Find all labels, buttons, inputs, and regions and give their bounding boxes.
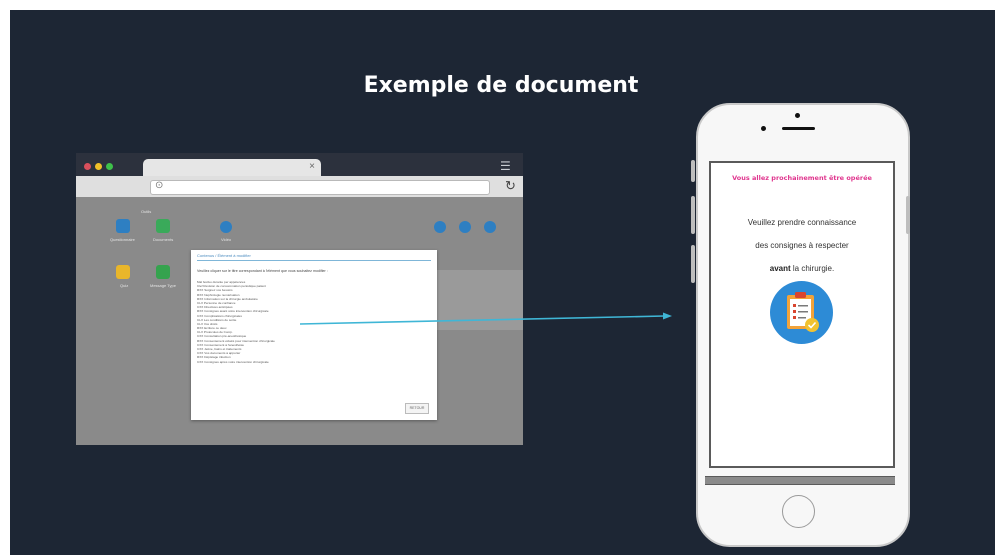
maximize-dot-icon[interactable]: [106, 163, 113, 170]
menu-icon[interactable]: ☰: [500, 160, 512, 172]
document-icon[interactable]: [116, 219, 130, 233]
reload-icon[interactable]: ↻: [505, 178, 516, 194]
tile-label-quiz: Quiz: [120, 283, 129, 288]
back-button[interactable]: RETOUR: [405, 403, 429, 414]
dialog-divider: [197, 260, 431, 261]
phone-side-button: [691, 160, 695, 182]
message-icon[interactable]: [156, 265, 170, 279]
minimize-dot-icon[interactable]: [95, 163, 102, 170]
edit-element-dialog: Contenus / Élément à modifier Veuillez c…: [191, 250, 437, 420]
list-item[interactable]: CXX Consignes après votre intervention c…: [197, 360, 275, 364]
phone-volume-down: [691, 245, 695, 283]
close-dot-icon[interactable]: [84, 163, 91, 170]
tile-label-documents: Documents: [153, 237, 174, 242]
tile-label-message: Message Type: [150, 283, 176, 288]
phone-camera: [761, 126, 766, 131]
browser-tab[interactable]: ×: [143, 159, 321, 177]
video-label: Vidéo: [221, 237, 232, 242]
tool-icon-1[interactable]: [434, 221, 446, 233]
group-label: Outils: [141, 209, 152, 214]
screen-line-3-rest: la chirurgie.: [790, 264, 835, 273]
phone-volume-up: [691, 196, 695, 234]
screen-line-3-bold: avant: [769, 264, 791, 273]
home-button[interactable]: [782, 495, 815, 528]
phone-bottom-bar: [705, 476, 895, 485]
quiz-icon[interactable]: [116, 265, 130, 279]
phone-speaker: [782, 127, 815, 130]
clipboard-icon: [770, 281, 833, 344]
phone-screen: Vous allez prochainement être opérée Veu…: [709, 161, 895, 468]
screen-line-3: avant la chirurgie.: [711, 264, 893, 273]
screen-line-1: Veuillez prendre connaissance: [747, 218, 857, 227]
tile-label-questionnaire: Questionnaire: [110, 237, 135, 242]
dialog-instruction: Veuillez cliquer sur le titre correspond…: [197, 269, 328, 273]
video-icon[interactable]: [220, 221, 232, 233]
side-panel: [423, 270, 523, 330]
content-list: Mal festivo durante per appétences Clef R…: [197, 280, 275, 364]
close-icon[interactable]: ×: [309, 161, 315, 172]
tool-icon-2[interactable]: [459, 221, 471, 233]
address-bar[interactable]: ⊙: [150, 180, 490, 195]
phone-power-button: [906, 196, 910, 234]
tool-icon-3[interactable]: [484, 221, 496, 233]
slide-title: Exemple de document: [363, 73, 639, 98]
phone-sensor: [795, 113, 800, 118]
list-item[interactable]: RXX Consignes avant votre intervention c…: [197, 309, 275, 313]
screen-line-2: des consignes à respecter: [755, 241, 849, 250]
dialog-title: Contenus / Élément à modifier: [197, 253, 251, 258]
url-icon: ⊙: [155, 180, 164, 191]
screen-heading: Vous allez prochainement être opérée: [732, 174, 872, 182]
image-icon[interactable]: [156, 219, 170, 233]
